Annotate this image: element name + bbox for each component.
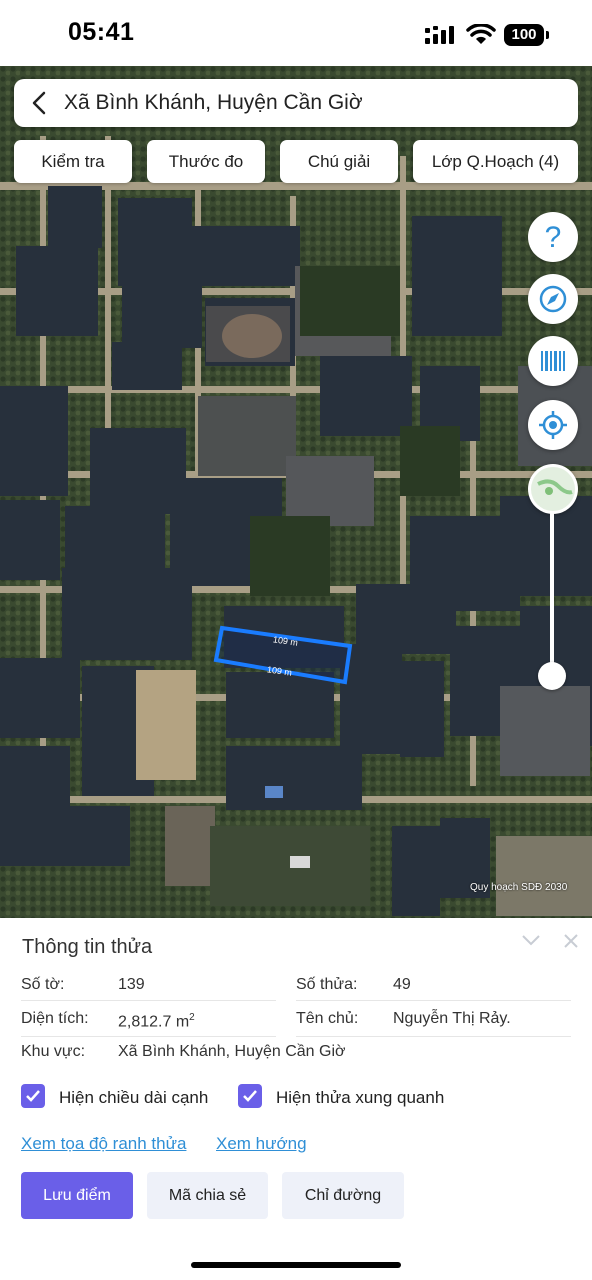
- divider: [296, 1000, 571, 1001]
- owner-value: Nguyễn Thị Rảy.: [393, 1010, 511, 1027]
- surrounding-parcels-label[interactable]: Hiện thửa xung quanh: [276, 1088, 444, 1108]
- svg-text:?: ?: [545, 221, 562, 254]
- parcel-info-panel: Thông tin thửa Số tờ: 139 Số thửa: 49 Di…: [0, 918, 592, 1280]
- compass-icon: [539, 285, 567, 313]
- barcode-icon: [541, 351, 565, 371]
- parcel-number-label: Số thửa:: [296, 976, 358, 993]
- locate-icon: [539, 411, 567, 439]
- map-watermark: Quy hoạch SDĐ 2030: [470, 882, 568, 893]
- status-bar: 05:41 100: [0, 0, 592, 66]
- status-time: 05:41: [68, 18, 135, 46]
- parcel-number-value: 49: [393, 976, 411, 993]
- checkmark-icon: [243, 1090, 257, 1102]
- region-value: Xã Bình Khánh, Huyện Cần Giờ: [118, 1043, 346, 1060]
- area-label: Diện tích:: [21, 1010, 89, 1027]
- compass-button[interactable]: [528, 274, 578, 324]
- directions-button[interactable]: Chỉ đường: [282, 1172, 404, 1219]
- home-indicator: [191, 1262, 401, 1268]
- battery-tip: [546, 31, 549, 39]
- area-value: 2,812.7 m2: [118, 1012, 195, 1031]
- panel-title: Thông tin thửa: [22, 936, 153, 958]
- divider: [21, 1000, 276, 1001]
- parcel-bottom-edge-label: 109 m: [266, 664, 292, 677]
- surrounding-parcels-checkbox[interactable]: [238, 1084, 262, 1108]
- edge-length-label[interactable]: Hiện chiều dài cạnh: [59, 1088, 208, 1108]
- cellular-signal-icon: [425, 26, 454, 44]
- parcel-labels: 109 m 109 m: [266, 634, 298, 677]
- sheet-number-label: Số tờ:: [21, 976, 65, 993]
- question-icon: ?: [545, 221, 562, 254]
- chevron-down-icon[interactable]: [520, 932, 542, 948]
- edge-length-checkbox[interactable]: [21, 1084, 45, 1108]
- map-layer-icon: [531, 467, 575, 511]
- parcel-top-edge-label: 109 m: [272, 634, 298, 647]
- save-point-button[interactable]: Lưu điểm: [21, 1172, 133, 1219]
- help-button[interactable]: ?: [528, 212, 578, 262]
- owner-label: Tên chủ:: [296, 1010, 359, 1027]
- sheet-number-value: 139: [118, 976, 145, 993]
- barcode-button[interactable]: [528, 336, 578, 386]
- checkmark-icon: [26, 1090, 40, 1102]
- share-code-button[interactable]: Mã chia sẻ: [147, 1172, 268, 1219]
- satellite-map[interactable]: Xã Bình Khánh, Huyện Cần Giờ Kiểm tra Th…: [0, 66, 592, 918]
- zoom-slider-knob[interactable]: [538, 662, 566, 690]
- zoom-slider-track[interactable]: [550, 512, 554, 676]
- battery-icon: 100: [504, 24, 544, 46]
- locate-button[interactable]: [528, 400, 578, 450]
- region-label: Khu vực:: [21, 1043, 86, 1060]
- map-layer-button[interactable]: [528, 464, 578, 514]
- divider: [21, 1036, 276, 1037]
- divider: [296, 1036, 571, 1037]
- wifi-icon: [466, 24, 496, 44]
- view-direction-link[interactable]: Xem hướng: [216, 1134, 307, 1154]
- view-boundary-coords-link[interactable]: Xem tọa độ ranh thửa: [21, 1134, 186, 1154]
- close-icon[interactable]: [562, 932, 580, 950]
